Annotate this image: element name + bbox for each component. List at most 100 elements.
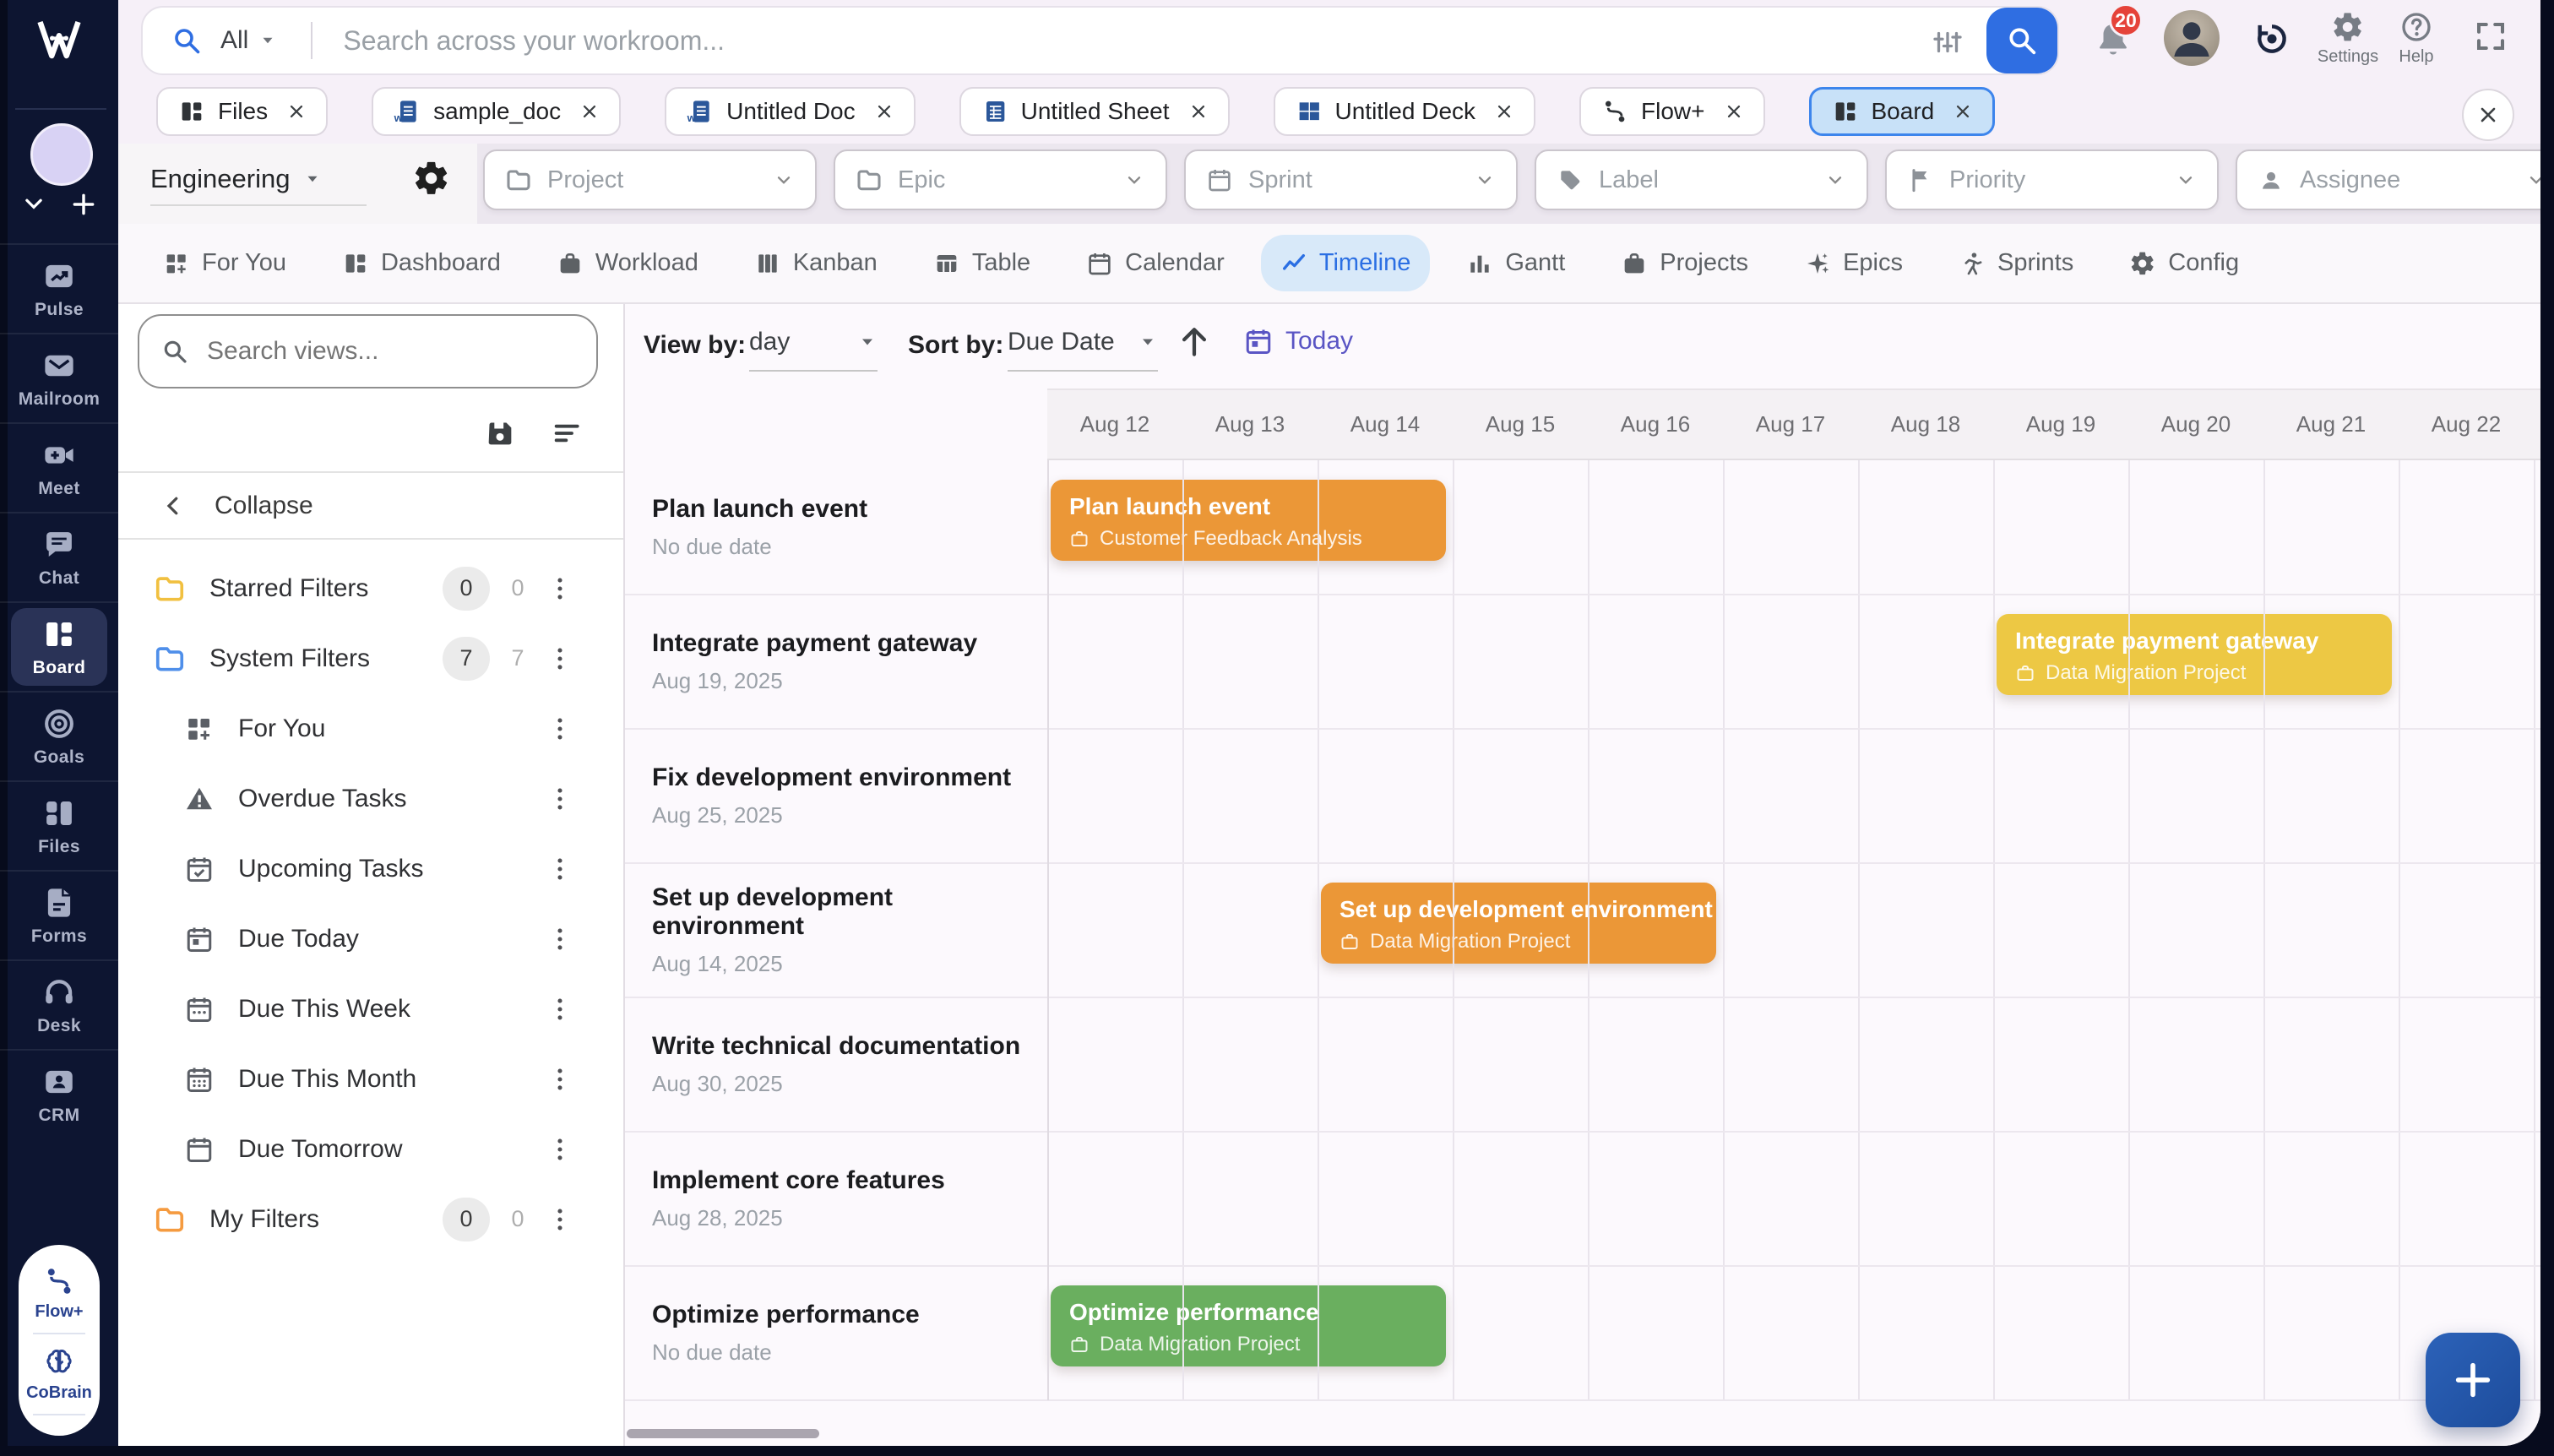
workspace-selector[interactable]: Engineering xyxy=(150,164,322,194)
filter-dropdown-sprint[interactable]: Sprint xyxy=(1184,149,1518,210)
sort-direction-icon[interactable] xyxy=(1176,323,1213,360)
add-workspace-icon[interactable] xyxy=(70,191,97,218)
system-filter-item-due-today[interactable]: Due Today xyxy=(118,904,623,974)
doc-tab-sample-doc[interactable]: w sample_doc xyxy=(372,87,621,136)
sidebar-bottom-item-cobrain[interactable]: CoBrain xyxy=(26,1346,92,1403)
views-search-bar[interactable] xyxy=(138,314,598,388)
view-tab-table[interactable]: Table xyxy=(914,235,1050,291)
view-tab-dashboard[interactable]: Dashboard xyxy=(323,235,520,291)
system-filter-item-due-this-week[interactable]: Due This Week xyxy=(118,974,623,1044)
sidebar-item-mailroom[interactable]: Mailroom xyxy=(0,333,118,422)
help-button[interactable]: Help xyxy=(2374,10,2459,67)
system-filter-item-due-tomorrow[interactable]: Due Tomorrow xyxy=(118,1114,623,1184)
kebab-menu-icon[interactable] xyxy=(546,1205,574,1234)
doc-tab-files[interactable]: Files xyxy=(156,87,328,136)
close-icon[interactable] xyxy=(580,102,599,121)
sidebar-item-chat[interactable]: Chat xyxy=(0,512,118,601)
close-icon[interactable] xyxy=(875,102,894,121)
sidebar-item-board[interactable]: Board xyxy=(0,601,118,691)
filter-folder-my-filters[interactable]: My Filters 0 0 xyxy=(118,1184,623,1254)
view-tab-for-you[interactable]: For You xyxy=(144,235,306,291)
timeline-bar-integrate-payment-gateway[interactable]: Integrate payment gatewayData Migration … xyxy=(1997,614,2392,695)
global-search-bar[interactable]: All xyxy=(141,6,2059,75)
view-tab-workload[interactable]: Workload xyxy=(537,235,718,291)
kebab-menu-icon[interactable] xyxy=(546,995,574,1024)
doc-tab-board[interactable]: Board xyxy=(1809,87,1996,136)
view-tab-epics[interactable]: Epics xyxy=(1785,235,1922,291)
views-search-input[interactable] xyxy=(205,336,563,367)
filter-item-icon xyxy=(184,924,215,954)
chevron-down-icon[interactable] xyxy=(21,191,46,216)
sidebar-bottom-item-flow[interactable]: Flow+ xyxy=(35,1265,83,1322)
filter-dropdown-priority[interactable]: Priority xyxy=(1885,149,2219,210)
sidebar-item-pulse[interactable]: Pulse xyxy=(0,243,118,333)
global-search-input[interactable] xyxy=(341,24,1527,57)
filter-folder-system-filters[interactable]: System Filters 7 7 xyxy=(118,623,623,693)
doc-tab-untitled-deck[interactable]: Untitled Deck xyxy=(1274,87,1536,136)
workspace-settings-gear-icon[interactable] xyxy=(412,159,451,198)
grid-column-line xyxy=(1993,460,1995,1400)
kebab-menu-icon[interactable] xyxy=(546,644,574,673)
view-tab-projects[interactable]: Projects xyxy=(1601,235,1768,291)
collapse-panel-button[interactable]: Collapse xyxy=(118,473,313,538)
filter-dropdown-assignee[interactable]: Assignee xyxy=(2236,149,2540,210)
add-task-button[interactable] xyxy=(2426,1333,2520,1427)
filter-dropdown-project[interactable]: Project xyxy=(483,149,817,210)
horizontal-scrollbar-thumb[interactable] xyxy=(627,1429,819,1438)
filter-dropdown-epic[interactable]: Epic xyxy=(834,149,1167,210)
system-filter-item-overdue-tasks[interactable]: Overdue Tasks xyxy=(118,763,623,834)
search-submit-button[interactable] xyxy=(1986,8,2057,73)
view-tab-timeline[interactable]: Timeline xyxy=(1261,235,1431,291)
sidebar-item-goals[interactable]: Goals xyxy=(0,691,118,780)
timeline-bar-optimize-performance[interactable]: Optimize performanceData Migration Proje… xyxy=(1051,1285,1446,1366)
today-button[interactable]: Today xyxy=(1243,326,1353,356)
view-tab-sprints[interactable]: Sprints xyxy=(1939,235,2093,291)
close-icon[interactable] xyxy=(1495,102,1513,121)
sidebar-item-files[interactable]: Files xyxy=(0,780,118,870)
sidebar-item-forms[interactable]: Forms xyxy=(0,870,118,959)
fullscreen-icon[interactable] xyxy=(2473,19,2508,54)
kebab-menu-icon[interactable] xyxy=(546,1065,574,1094)
close-icon[interactable] xyxy=(1189,102,1208,121)
view-tab-gantt[interactable]: Gantt xyxy=(1447,235,1584,291)
sidebar-item-meet[interactable]: Meet xyxy=(0,422,118,512)
user-avatar[interactable] xyxy=(2164,10,2220,66)
close-icon[interactable] xyxy=(1725,102,1743,121)
system-filter-item-upcoming-tasks[interactable]: Upcoming Tasks xyxy=(118,834,623,904)
kebab-menu-icon[interactable] xyxy=(546,785,574,813)
view-tab-calendar[interactable]: Calendar xyxy=(1067,235,1244,291)
sidebar-item-crm[interactable]: CRM xyxy=(0,1049,118,1138)
view-tab-kanban[interactable]: Kanban xyxy=(735,235,897,291)
filter-folder-starred-filters[interactable]: Starred Filters 0 0 xyxy=(118,553,623,623)
system-filter-item-due-this-month[interactable]: Due This Month xyxy=(118,1044,623,1114)
doc-tab-untitled-doc[interactable]: w Untitled Doc xyxy=(665,87,916,136)
timeline-bar-set-up-development-environment[interactable]: Set up development environmentData Migra… xyxy=(1321,883,1716,964)
doc-tab-label: Files xyxy=(218,98,268,125)
kebab-menu-icon[interactable] xyxy=(546,1135,574,1164)
sort-views-icon[interactable] xyxy=(551,416,584,450)
system-filter-item-for-you[interactable]: For You xyxy=(118,693,623,763)
sidebar-item-desk[interactable]: Desk xyxy=(0,959,118,1049)
filter-dropdown-label[interactable]: Label xyxy=(1535,149,1868,210)
search-scope-selector[interactable]: All xyxy=(220,26,248,55)
search-filters-icon[interactable] xyxy=(1932,27,1963,57)
sort-by-select[interactable]: Due Date xyxy=(1008,328,1158,372)
sidebar-item-label: Chat xyxy=(39,568,79,589)
kebab-menu-icon[interactable] xyxy=(546,925,574,953)
history-icon[interactable] xyxy=(2253,20,2290,57)
filter-item-label: Due Today xyxy=(238,925,359,953)
doc-tab-flow[interactable]: Flow+ xyxy=(1579,87,1764,136)
workspace-avatar[interactable] xyxy=(30,123,93,186)
save-view-icon[interactable] xyxy=(483,416,517,450)
timeline-bar-plan-launch-event[interactable]: Plan launch eventCustomer Feedback Analy… xyxy=(1051,480,1446,561)
close-icon[interactable] xyxy=(287,102,306,121)
caret-down-icon xyxy=(857,332,878,352)
doc-tab-untitled-sheet[interactable]: Untitled Sheet xyxy=(959,87,1230,136)
kebab-menu-icon[interactable] xyxy=(546,855,574,883)
close-icon[interactable] xyxy=(1954,102,1972,121)
view-tab-config[interactable]: Config xyxy=(2110,235,2258,291)
view-by-select[interactable]: day xyxy=(749,328,878,372)
kebab-menu-icon[interactable] xyxy=(546,574,574,603)
kebab-menu-icon[interactable] xyxy=(546,714,574,743)
close-all-tabs-button[interactable] xyxy=(2462,89,2514,141)
